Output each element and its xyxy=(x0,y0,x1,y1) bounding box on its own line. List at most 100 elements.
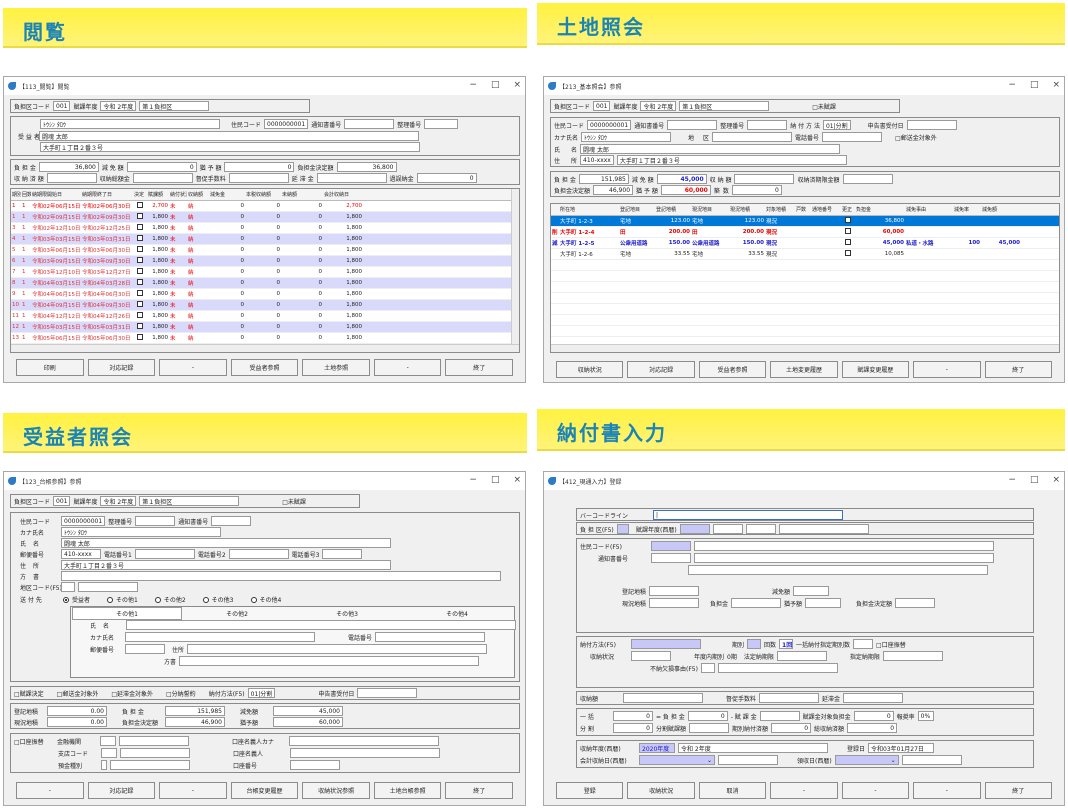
table-row[interactable]: 5 1 令和03年06月15日 令和03年06月30日 1,800 未納 0 0 0 1,800 xyxy=(11,245,519,256)
action-button[interactable]: - xyxy=(841,782,910,799)
minimize-icon[interactable]: − xyxy=(1008,80,1016,90)
close-icon[interactable]: × xyxy=(1052,475,1060,485)
column-header[interactable]: 減免金 xyxy=(209,191,245,198)
holder-kana-field[interactable] xyxy=(289,736,439,746)
tab-other2[interactable]: その他2 xyxy=(182,609,292,618)
send-radio-other3[interactable] xyxy=(202,596,209,603)
action-button[interactable]: 終了 xyxy=(445,782,514,799)
sub-name-field[interactable] xyxy=(126,620,516,630)
table-row[interactable]: 9 1 令和04年06月15日 令和04年06月30日 1,800 未納 0 0 0 1,800 xyxy=(11,289,519,300)
action-button[interactable]: 土地台帳参照 xyxy=(373,782,442,799)
action-button[interactable]: - xyxy=(16,782,84,799)
column-header[interactable]: 会計収納日 xyxy=(323,191,363,198)
resident-code-input[interactable] xyxy=(651,541,691,551)
column-header[interactable]: 収納額 xyxy=(187,191,209,198)
table-row[interactable]: 減大手町 1-2-5 公衆用道路 150.00 公衆用道路 150.00 現況 45,000… xyxy=(551,238,1059,249)
land-grid[interactable]: 所在地 登記地目 登記地積 現況地目 現況地積 対象地積 戸数 通地番号 更正 負担金 減免事由 減免… xyxy=(550,203,1060,353)
sub-kana-field[interactable] xyxy=(125,632,315,642)
column-header[interactable]: 決定 xyxy=(133,191,147,198)
assessed-checkbox[interactable]: □賦課決定 xyxy=(14,689,44,698)
action-button[interactable]: 受益者参照 xyxy=(698,361,767,378)
close-icon[interactable]: × xyxy=(513,80,521,90)
column-header[interactable]: 登記地目 xyxy=(619,206,655,213)
table-row[interactable]: 10 1 令和04年09月15日 令和04年09月30日 1,800 未納 0 0 0 1,800 xyxy=(11,300,519,311)
horizontal-scrollbar[interactable] xyxy=(551,344,1059,352)
action-button[interactable]: 収納状況 xyxy=(556,361,624,378)
column-header[interactable]: 現況地目 xyxy=(691,206,729,213)
action-button[interactable]: 終了 xyxy=(445,359,514,376)
checkbox-icon[interactable] xyxy=(137,290,143,296)
receipt-date-select[interactable]: ⌄ xyxy=(834,755,899,765)
column-header[interactable]: 登記地積 xyxy=(655,206,691,213)
table-row[interactable]: 6 1 令和03年09月15日 令和03年09月30日 1,800 未納 0 0 0 1,800 xyxy=(11,256,519,267)
checkbox-icon[interactable] xyxy=(137,323,143,329)
horizontal-scrollbar[interactable] xyxy=(11,344,519,352)
installment-pledge-checkbox[interactable]: □分納誓約 xyxy=(166,689,196,698)
accounting-date-select[interactable]: ⌄ xyxy=(639,755,715,765)
decision-checkbox[interactable] xyxy=(133,224,147,232)
bank-code-field[interactable] xyxy=(100,736,116,746)
year-field[interactable]: 令和 2年度 xyxy=(100,496,137,506)
unassessed-checkbox[interactable]: □未賦課 xyxy=(812,102,836,111)
sub-directions-field[interactable] xyxy=(179,656,480,666)
period-input[interactable] xyxy=(747,639,762,649)
column-header[interactable]: 本税収納額 xyxy=(245,191,281,198)
column-header[interactable]: 負担金 xyxy=(855,206,905,213)
checkbox-icon[interactable] xyxy=(137,235,143,241)
decision-checkbox[interactable] xyxy=(133,257,147,265)
checkbox-icon[interactable] xyxy=(137,301,143,307)
table-row[interactable]: 7 1 令和03年12月10日 令和03年12月27日 1,800 未納 0 0 0 1,800 xyxy=(11,267,519,278)
column-header[interactable]: 賦課額 xyxy=(147,191,169,198)
checkbox-icon[interactable] xyxy=(137,246,143,252)
checkbox-icon[interactable] xyxy=(845,228,851,234)
action-button[interactable]: - xyxy=(913,361,981,378)
vertical-scrollbar[interactable] xyxy=(511,189,519,352)
correction-checkbox[interactable] xyxy=(841,217,855,225)
table-row[interactable]: 大手町 1-2-3 宅地 123.00 宅地 123.00 現況 36,800 xyxy=(551,216,1059,227)
decision-checkbox[interactable] xyxy=(133,334,147,342)
sub-postal-field[interactable] xyxy=(125,644,165,654)
decision-checkbox[interactable] xyxy=(133,301,147,309)
action-button[interactable]: 収納状況 xyxy=(627,782,695,799)
minimize-icon[interactable]: − xyxy=(1008,475,1016,485)
late-fee-input[interactable] xyxy=(843,693,904,703)
column-header[interactable]: 納期限終了日 xyxy=(81,191,133,198)
year-field[interactable]: 令和 2年度 xyxy=(100,101,137,111)
minimize-icon[interactable]: − xyxy=(469,80,477,90)
checkbox-icon[interactable] xyxy=(137,213,143,219)
action-button[interactable]: 土地参照 xyxy=(302,359,370,376)
correction-checkbox[interactable] xyxy=(841,250,855,258)
checkbox-icon[interactable] xyxy=(137,312,143,318)
action-button[interactable]: 土地変更履歴 xyxy=(770,361,838,378)
column-header[interactable]: 現況地積 xyxy=(729,206,765,213)
table-row[interactable]: 13 1 令和05年06月15日 令和05年06月30日 1,800 未納 0 0 0 1,800 xyxy=(11,333,519,344)
paid-amount-input[interactable] xyxy=(623,693,703,703)
table-row[interactable]: 8 1 令和04年03月15日 令和04年03月28日 1,800 未納 0 0 0 1,800 xyxy=(11,278,519,289)
tab-other3[interactable]: その他3 xyxy=(292,609,402,618)
column-header[interactable]: 期別 xyxy=(11,191,21,198)
column-header[interactable]: 更正 xyxy=(841,206,855,213)
decision-checkbox[interactable] xyxy=(133,213,147,221)
column-header[interactable]: 納付状況 xyxy=(169,191,187,198)
loss-reason-input[interactable] xyxy=(701,663,715,673)
sub-address-field[interactable] xyxy=(187,644,488,654)
column-header[interactable]: 減免事由 xyxy=(905,206,953,213)
decision-checkbox[interactable] xyxy=(133,246,147,254)
column-header[interactable]: 減免率 xyxy=(953,206,981,213)
district-code-field[interactable]: 001 xyxy=(53,496,71,506)
count-field[interactable]: 1回 xyxy=(779,639,794,649)
close-icon[interactable]: × xyxy=(1052,80,1060,90)
payment-method-input[interactable] xyxy=(631,639,701,649)
action-button[interactable]: 対応記録 xyxy=(627,361,695,378)
year-field[interactable]: 令和 2年度 xyxy=(640,101,677,111)
column-header[interactable]: 対象地積 xyxy=(765,206,795,213)
send-radio-other2[interactable] xyxy=(154,596,161,603)
mail-exempt-checkbox[interactable]: □郵送金対象外 xyxy=(895,133,937,142)
decision-checkbox[interactable] xyxy=(133,323,147,331)
district-code-field[interactable]: 001 xyxy=(593,101,611,111)
decision-checkbox[interactable] xyxy=(133,235,147,243)
action-button[interactable]: 賦課変更履歴 xyxy=(841,361,910,378)
fiscal-year-input[interactable]: 2020年度 xyxy=(639,743,675,753)
table-row[interactable]: 4 1 令和03年03月15日 令和03年03月31日 1,800 未納 0 0 0 1,800 xyxy=(11,234,519,245)
decision-checkbox[interactable] xyxy=(133,290,147,298)
